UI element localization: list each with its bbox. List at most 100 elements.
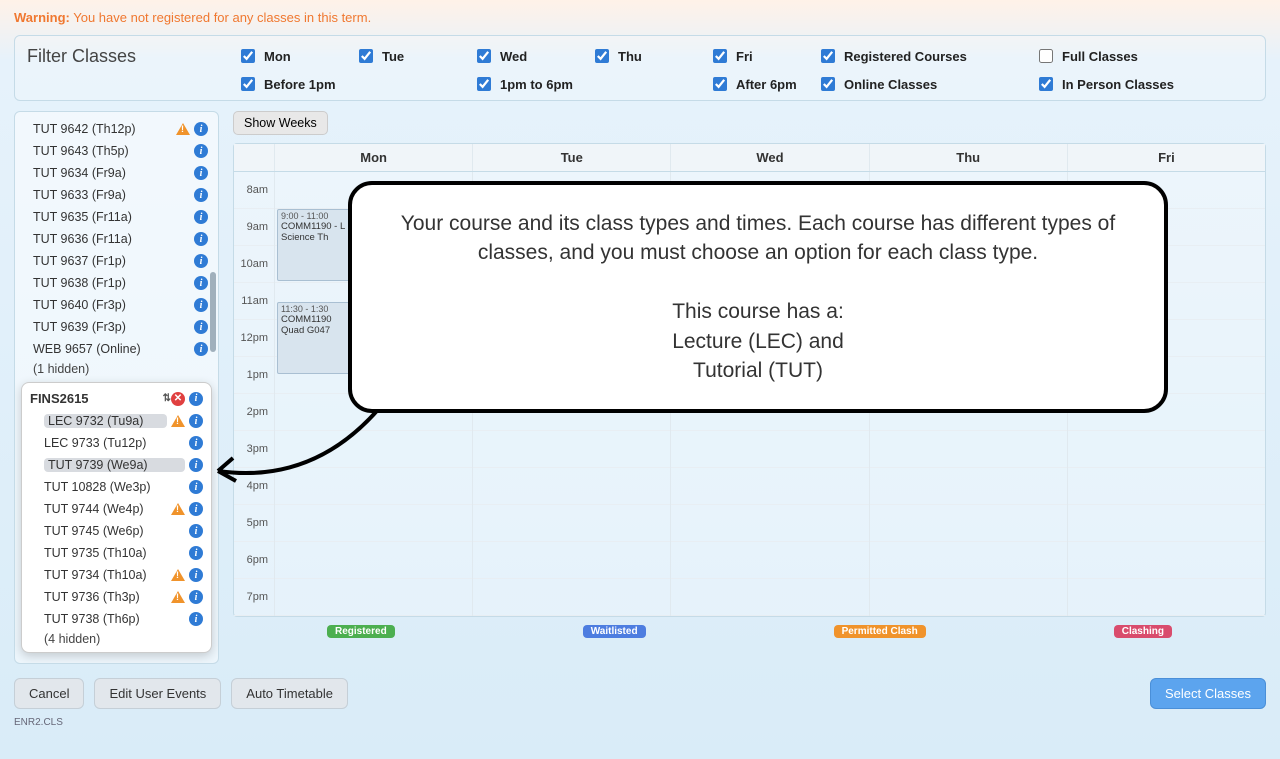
hour-cell bbox=[870, 542, 1067, 579]
class-item[interactable]: TUT 9738 (Th6p)i bbox=[24, 608, 209, 630]
info-icon[interactable]: i bbox=[194, 320, 208, 334]
class-item[interactable]: TUT 9638 (Fr1p)i bbox=[19, 272, 214, 294]
checkbox[interactable] bbox=[821, 77, 835, 91]
edit-events-button[interactable]: Edit User Events bbox=[94, 678, 221, 709]
filter-checkbox-r2-2[interactable]: After 6pm bbox=[709, 74, 809, 94]
info-icon[interactable]: i bbox=[194, 342, 208, 356]
bottom-bar: Cancel Edit User Events Auto Timetable S… bbox=[14, 678, 1266, 709]
checkbox[interactable] bbox=[241, 77, 255, 91]
checkbox[interactable] bbox=[477, 49, 491, 63]
checkbox[interactable] bbox=[595, 49, 609, 63]
checkbox[interactable] bbox=[359, 49, 373, 63]
filter-checkbox-r2-3[interactable]: Online Classes bbox=[817, 74, 1027, 94]
info-icon[interactable]: i bbox=[189, 480, 203, 494]
show-weeks-button[interactable]: Show Weeks bbox=[233, 111, 328, 135]
info-icon[interactable]: i bbox=[194, 276, 208, 290]
hour-cell bbox=[870, 468, 1067, 505]
class-item[interactable]: TUT 9735 (Th10a) i bbox=[24, 542, 209, 564]
class-item[interactable]: TUT 9739 (We9a)i bbox=[24, 454, 209, 476]
auto-timetable-button[interactable]: Auto Timetable bbox=[231, 678, 348, 709]
expand-icon: ⇅ bbox=[163, 393, 171, 404]
class-item[interactable]: TUT 9643 (Th5p)i bbox=[19, 140, 214, 162]
hour-cell bbox=[671, 505, 868, 542]
class-item[interactable]: TUT 10828 (We3p)i bbox=[24, 476, 209, 498]
class-item[interactable]: LEC 9733 (Tu12p)i bbox=[24, 432, 209, 454]
filter-checkbox-0[interactable]: Mon bbox=[237, 46, 347, 66]
class-item[interactable]: TUT 9640 (Fr3p)i bbox=[19, 294, 214, 316]
info-icon[interactable]: i bbox=[189, 524, 203, 538]
class-item[interactable]: TUT 9642 (Th12p)i bbox=[19, 118, 214, 140]
info-icon[interactable]: i bbox=[194, 166, 208, 180]
filter-label: In Person Classes bbox=[1062, 77, 1174, 92]
close-icon[interactable]: ✕ bbox=[171, 392, 185, 406]
class-item[interactable]: TUT 9734 (Th10a)i bbox=[24, 564, 209, 586]
info-icon[interactable]: i bbox=[189, 436, 203, 450]
filter-checkbox-1[interactable]: Tue bbox=[355, 46, 465, 66]
filter-wed: Wed bbox=[473, 46, 583, 66]
warning-bar: Warning: You have not registered for any… bbox=[14, 10, 1266, 25]
hour-cell bbox=[473, 468, 670, 505]
callout-line2: This course has a: bbox=[382, 297, 1134, 326]
class-item[interactable]: TUT 9634 (Fr9a)i bbox=[19, 162, 214, 184]
class-item[interactable]: TUT 9745 (We6p)i bbox=[24, 520, 209, 542]
info-icon[interactable]: i bbox=[194, 122, 208, 136]
checkbox[interactable] bbox=[1039, 77, 1053, 91]
info-icon[interactable]: i bbox=[194, 298, 208, 312]
filter-checkbox-5[interactable]: Registered Courses bbox=[817, 46, 1027, 66]
info-icon[interactable]: i bbox=[194, 254, 208, 268]
info-icon[interactable]: i bbox=[189, 590, 203, 604]
filter-checkbox-4[interactable]: Fri bbox=[709, 46, 809, 66]
info-icon[interactable]: i bbox=[194, 144, 208, 158]
info-icon[interactable]: i bbox=[189, 502, 203, 516]
filter-checkbox-3[interactable]: Thu bbox=[591, 46, 701, 66]
hour-cell bbox=[1068, 431, 1265, 468]
class-item[interactable]: TUT 9639 (Fr3p) i bbox=[19, 316, 214, 338]
day-header-tue: Tue bbox=[472, 144, 670, 171]
class-item[interactable]: TUT 9635 (Fr11a)i bbox=[19, 206, 214, 228]
info-icon[interactable]: i bbox=[189, 458, 203, 472]
class-item[interactable]: TUT 9633 (Fr9a)i bbox=[19, 184, 214, 206]
filter-checkbox-r2-4[interactable]: In Person Classes bbox=[1035, 74, 1215, 94]
filter-checkbox-6[interactable]: Full Classes bbox=[1035, 46, 1215, 66]
warning-icon bbox=[171, 415, 185, 427]
info-icon[interactable]: i bbox=[189, 546, 203, 560]
checkbox[interactable] bbox=[1039, 49, 1053, 63]
legend-permitted-clash: Permitted Clash bbox=[834, 625, 926, 638]
info-icon[interactable]: i bbox=[189, 414, 203, 428]
filter-checkbox-r2-1[interactable]: 1pm to 6pm bbox=[473, 74, 701, 94]
filter-grid: Mon Tue Wed Thu Fri Registered Courses F… bbox=[237, 46, 1253, 94]
cancel-button[interactable]: Cancel bbox=[14, 678, 84, 709]
class-item[interactable]: TUT 9736 (Th3p)i bbox=[24, 586, 209, 608]
filter-fri: Fri bbox=[709, 46, 809, 66]
class-label: TUT 9735 (Th10a) bbox=[44, 546, 185, 560]
class-item[interactable]: TUT 9636 (Fr11a) i bbox=[19, 228, 214, 250]
class-label: TUT 9639 (Fr3p) bbox=[33, 320, 190, 334]
time-label: 7pm bbox=[234, 579, 274, 616]
info-icon[interactable]: i bbox=[189, 612, 203, 626]
class-item[interactable]: TUT 9744 (We4p)i bbox=[24, 498, 209, 520]
checkbox[interactable] bbox=[713, 77, 727, 91]
course-header[interactable]: FINS2615⇅✕i bbox=[24, 387, 209, 410]
info-icon[interactable]: i bbox=[194, 188, 208, 202]
checkbox[interactable] bbox=[477, 77, 491, 91]
class-item[interactable]: LEC 9732 (Tu9a) i bbox=[24, 410, 209, 432]
class-item[interactable]: WEB 9657 (Online)i bbox=[19, 338, 214, 360]
info-icon[interactable]: i bbox=[194, 210, 208, 224]
legend-clashing: Clashing bbox=[1114, 625, 1172, 638]
filter-checkbox-2[interactable]: Wed bbox=[473, 46, 583, 66]
checkbox[interactable] bbox=[821, 49, 835, 63]
class-item[interactable]: TUT 9637 (Fr1p)i bbox=[19, 250, 214, 272]
class-label: LEC 9732 (Tu9a) bbox=[44, 414, 167, 428]
checkbox[interactable] bbox=[241, 49, 255, 63]
info-icon[interactable]: i bbox=[194, 232, 208, 246]
filter-checkbox-r2-0[interactable]: Before 1pm bbox=[237, 74, 465, 94]
filter-tue: Tue bbox=[355, 46, 465, 66]
checkbox[interactable] bbox=[713, 49, 727, 63]
select-classes-button[interactable]: Select Classes bbox=[1150, 678, 1266, 709]
info-icon[interactable]: i bbox=[189, 392, 203, 406]
info-icon[interactable]: i bbox=[189, 568, 203, 582]
calendar-area: Show Weeks MonTueWedThuFri 8am9am10am11a… bbox=[233, 111, 1266, 664]
scrollbar-thumb[interactable] bbox=[210, 272, 216, 352]
class-label: TUT 9636 (Fr11a) bbox=[33, 232, 190, 246]
filter-1pm-to-6pm: 1pm to 6pm bbox=[473, 74, 701, 94]
